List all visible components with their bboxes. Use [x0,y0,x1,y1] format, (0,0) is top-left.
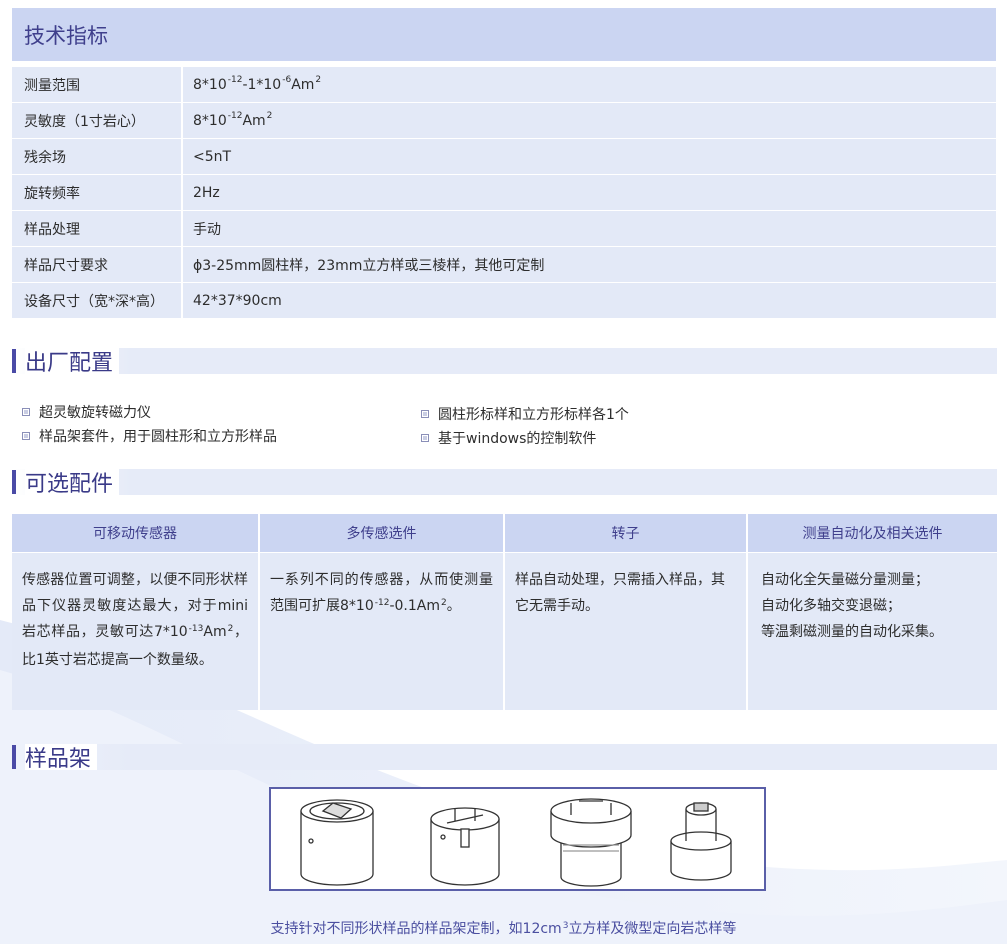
options-cell-automation: 自动化全矢量磁分量测量； 自动化多轴交变退磁； 等温剩磁测量的自动化采集。 [748,553,997,710]
section-bar [12,745,16,769]
list-item: 样品架套件，用于圆柱形和立方形样品 [22,426,277,446]
spec-row-range: 测量范围 8*10 -12 -1*10 -6 Am 2 [12,67,996,102]
section-sample-holder: 样品架 [12,744,997,772]
spec-value: 2Hz [193,184,220,201]
bullet-icon [22,408,30,416]
bullet-icon [421,410,429,418]
section-title: 可选配件 [25,469,120,497]
section-title: 出厂配置 [25,348,120,376]
cylinder-holder-4-icon [670,802,732,881]
cylinder-holder-2-icon [430,807,500,886]
list-item: 基于windows的控制软件 [421,428,596,448]
spec-row-frequency: 旋转频率 2Hz [12,175,996,210]
sample-holder-image [269,787,766,891]
cylinder-holder-3-icon [550,798,632,887]
spec-value: 42*37*90cm [193,292,282,309]
section-bar [12,349,16,373]
spec-label: 旋转频率 [12,175,183,210]
spec-label: 灵敏度（1寸岩心） [12,103,183,138]
bullet-icon [22,432,30,440]
sample-holder-caption: 支持针对不同形状样品的样品架定制，如12cm3立方样及微型定向岩芯样等 [270,921,737,937]
spec-row-handling: 样品处理 手动 [12,211,996,246]
spec-label: 样品尺寸要求 [12,247,183,282]
spec-title-text: 技术指标 [24,23,108,48]
spec-value: ϕ3-25mm圆柱样，23mm立方样或三棱样，其他可定制 [193,257,545,274]
options-header-rotor: 转子 [505,514,746,552]
options-cell-multi-sensor: 一系列不同的传感器，从而使测量范围可扩展8*10-12-0.1Am2。 [260,553,503,710]
options-cell-movable-sensor: 传感器位置可调整，以便不同形状样品下仪器灵敏度达最大，对于mini岩芯样品，灵敏… [12,553,258,710]
spec-row-sensitivity: 灵敏度（1寸岩心） 8*10 -12 Am 2 [12,103,996,138]
spec-label: 样品处理 [12,211,183,246]
section-bar [12,470,16,494]
spec-label: 设备尺寸（宽*深*高） [12,283,183,318]
options-header-multi-sensor: 多传感选件 [260,514,503,552]
cylinder-holder-1-icon [300,799,374,886]
spec-label: 残余场 [12,139,183,174]
options-cell-rotor: 样品自动处理，只需插入样品，其它无需手动。 [505,553,746,710]
sample-holders-drawing [300,798,732,887]
list-item: 圆柱形标样和立方形标样各1个 [421,404,629,424]
spec-row-residual: 残余场 <5nT [12,139,996,174]
spec-row-sample-size: 样品尺寸要求 ϕ3-25mm圆柱样，23mm立方样或三棱样，其他可定制 [12,247,996,282]
spec-table-title: 技术指标 [12,8,996,61]
spec-value: 8*10 -12 -1*10 -6 Am 2 [193,74,322,93]
list-item: 超灵敏旋转磁力仪 [22,402,151,422]
spec-label: 测量范围 [12,67,183,102]
bullet-icon [421,434,429,442]
spec-row-device-size: 设备尺寸（宽*深*高） 42*37*90cm [12,283,996,318]
spec-value: <5nT [193,148,232,165]
spec-value: 8*10 -12 Am 2 [193,110,273,129]
section-options: 可选配件 [12,469,997,497]
section-title: 样品架 [25,744,98,772]
options-header-movable-sensor: 可移动传感器 [12,514,258,552]
section-factory-config: 出厂配置 [12,348,997,376]
options-header-automation: 测量自动化及相关选件 [748,514,997,552]
spec-value: 手动 [193,221,221,238]
